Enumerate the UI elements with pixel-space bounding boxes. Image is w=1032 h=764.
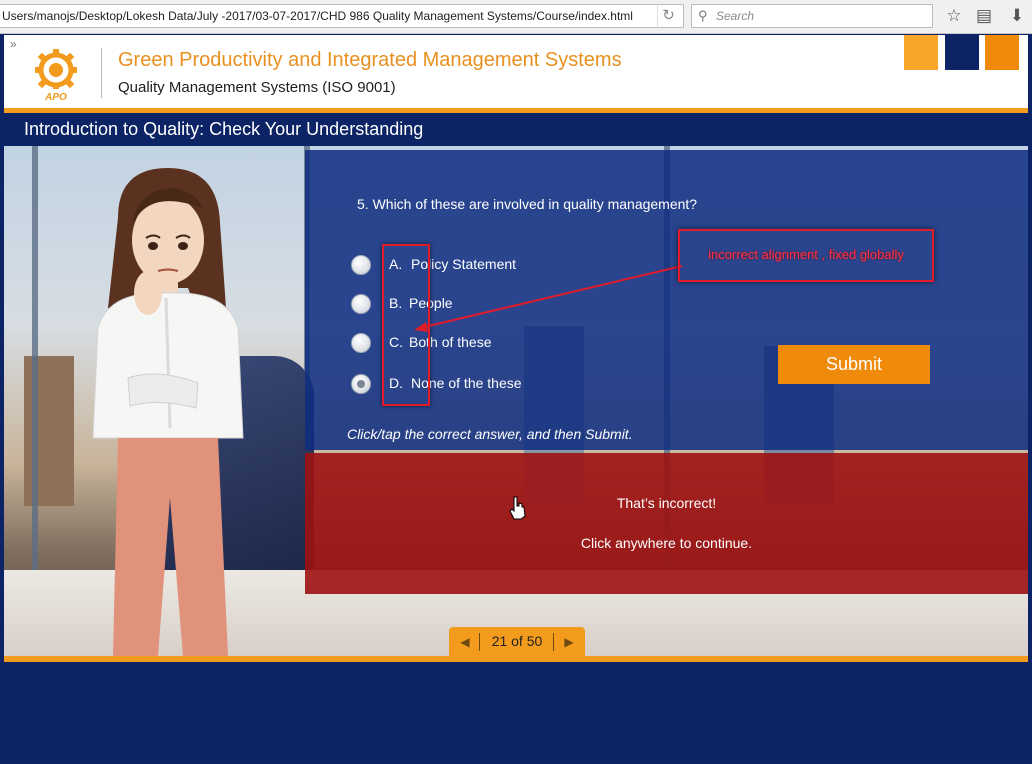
- page-indicator: 21 of 50: [491, 633, 543, 649]
- hand-cursor-icon: [509, 496, 526, 520]
- feedback-title: That’s incorrect!: [616, 495, 717, 511]
- chevron-right-icon[interactable]: ▶: [555, 627, 583, 657]
- radio-button-selected[interactable]: [351, 374, 371, 394]
- browser-toolbar: Users/manojs/Desktop/Lokesh Data/July -2…: [0, 0, 1032, 34]
- radio-button[interactable]: [351, 333, 371, 353]
- brand-square-navy: [945, 35, 979, 70]
- pager-divider: [553, 633, 554, 651]
- annotation-arrow: [414, 265, 683, 332]
- reload-icon[interactable]: ↻: [657, 5, 679, 27]
- search-icon: ⚲: [698, 8, 708, 23]
- brand-square-orange-light: [904, 35, 938, 70]
- pager-divider: [479, 633, 480, 651]
- course-subtitle: Quality Management Systems (ISO 9001): [118, 79, 396, 96]
- brand-square-orange: [985, 35, 1019, 70]
- reading-list-icon[interactable]: ▤: [973, 5, 995, 27]
- feedback-panel[interactable]: That’s incorrect! Click anywhere to cont…: [305, 453, 1028, 594]
- search-input[interactable]: ⚲ Search: [691, 4, 933, 28]
- annotation-text: incorrect alignment , fixed globally: [708, 247, 904, 262]
- question-text: 5. Which of these are involved in qualit…: [357, 196, 698, 212]
- chevron-left-icon[interactable]: ◀: [451, 627, 479, 657]
- header-divider: [101, 48, 102, 98]
- svg-text:APO: APO: [44, 92, 67, 101]
- radio-button[interactable]: [351, 255, 371, 275]
- expand-sidebar-icon[interactable]: »: [10, 37, 17, 51]
- annotation-callout: incorrect alignment , fixed globally: [678, 229, 934, 282]
- slide-title-bar: Introduction to Quality: Check Your Unde…: [4, 113, 1028, 146]
- feedback-continue-text: Click anywhere to continue.: [580, 535, 753, 551]
- submit-button[interactable]: Submit: [778, 345, 930, 384]
- url-text: Users/manojs/Desktop/Lokesh Data/July -2…: [2, 9, 633, 23]
- course-header: » APO Green Productivity and Integrated …: [4, 35, 1028, 109]
- course-title: Green Productivity and Integrated Manage…: [118, 49, 622, 71]
- slide-title: Introduction to Quality: Check Your Unde…: [24, 119, 424, 139]
- address-bar[interactable]: Users/manojs/Desktop/Lokesh Data/July -2…: [0, 4, 684, 28]
- download-icon[interactable]: ⬇: [1006, 5, 1028, 27]
- slide-pager: ◀ 21 of 50 ▶: [449, 627, 585, 657]
- apo-logo: APO: [35, 49, 77, 101]
- character-woman-thinking: [92, 168, 244, 656]
- search-placeholder: Search: [716, 9, 755, 23]
- radio-button[interactable]: [351, 294, 371, 314]
- instruction-text: Click/tap the correct answer, and then S…: [347, 426, 633, 442]
- bookmark-star-icon[interactable]: ☆: [943, 5, 965, 27]
